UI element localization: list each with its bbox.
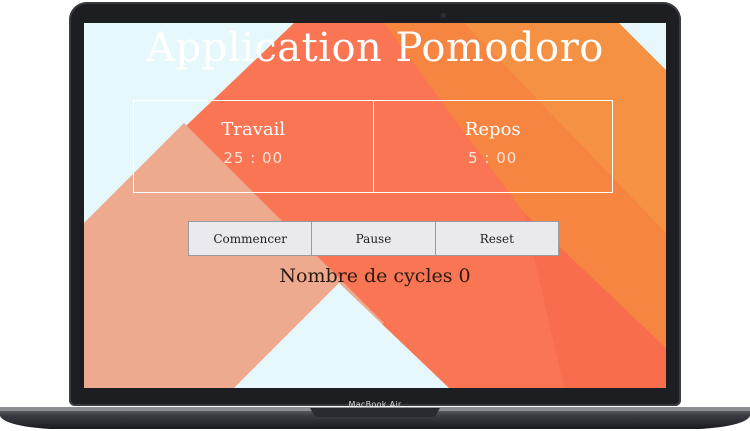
camera-icon xyxy=(441,13,446,18)
pause-button[interactable]: Pause xyxy=(312,221,436,256)
cycle-count: 0 xyxy=(458,265,471,287)
control-buttons: Commencer Pause Reset xyxy=(188,221,559,256)
rest-label: Repos xyxy=(464,119,521,140)
page-title: Application Pomodoro xyxy=(146,25,604,71)
rest-time: 5 : 00 xyxy=(468,149,518,167)
device-mockup: Application Pomodoro Travail 25 : 00 Rep… xyxy=(0,0,750,431)
timers-panel: Travail 25 : 00 Repos 5 : 00 xyxy=(133,100,613,193)
work-label: Travail xyxy=(221,119,286,140)
start-button[interactable]: Commencer xyxy=(188,221,313,256)
cycle-label: Nombre de cycles xyxy=(279,265,453,287)
background-pattern xyxy=(84,23,666,388)
device-model-label: MacBook Air xyxy=(348,400,402,409)
rest-timer: Repos 5 : 00 xyxy=(372,101,613,192)
reset-button[interactable]: Reset xyxy=(435,221,559,256)
work-time: 25 : 00 xyxy=(223,149,284,167)
app-screen: Application Pomodoro Travail 25 : 00 Rep… xyxy=(84,23,666,388)
cycle-counter: Nombre de cycles 0 xyxy=(84,265,666,287)
work-timer: Travail 25 : 00 xyxy=(134,101,373,192)
